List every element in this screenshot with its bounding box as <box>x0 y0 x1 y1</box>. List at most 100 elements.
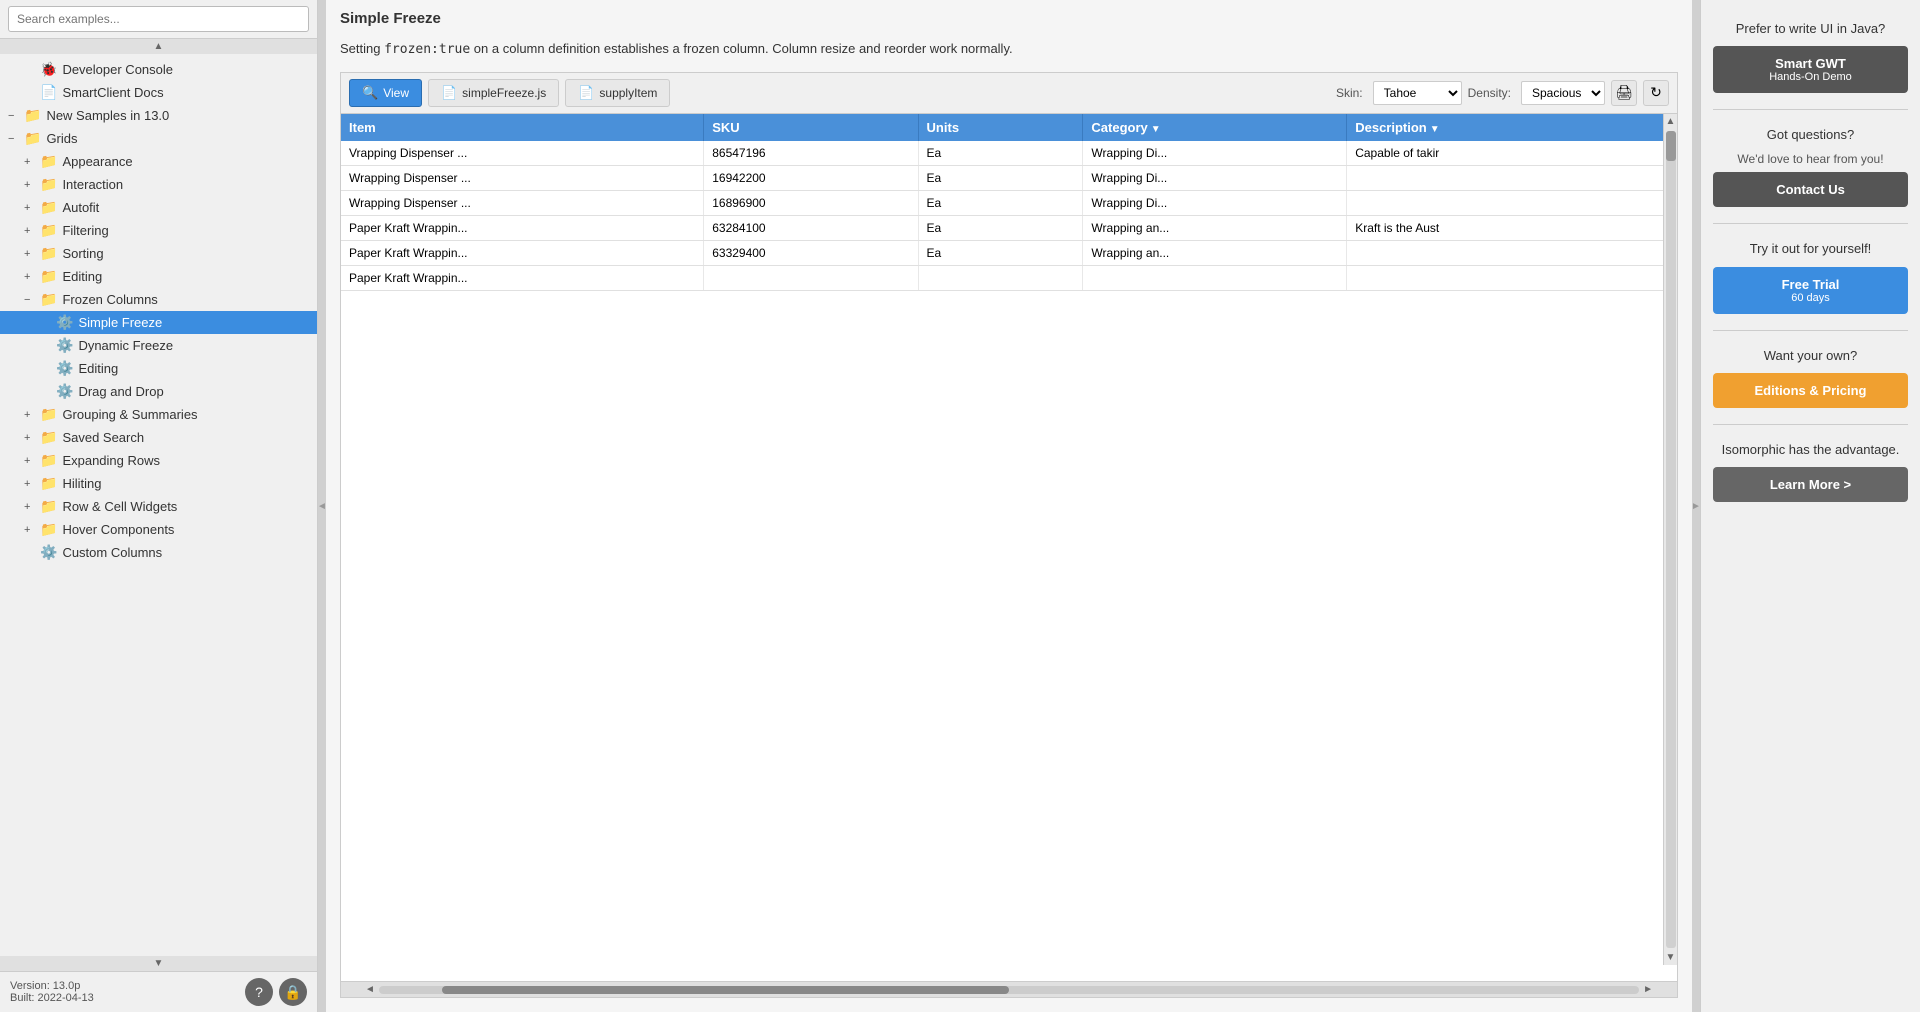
toggle-icon: + <box>24 432 36 444</box>
sidebar-item-hiliting[interactable]: +📁Hiliting <box>0 472 317 495</box>
help-button[interactable]: ? <box>245 978 273 1006</box>
sidebar-item-drag-and-drop[interactable]: ⚙️ Drag and Drop <box>0 380 317 403</box>
sidebar-item-editing-sub[interactable]: ⚙️Editing <box>0 357 317 380</box>
sidebar-item-sorting[interactable]: +📁Sorting <box>0 242 317 265</box>
scroll-down-arrow[interactable]: ▼ <box>0 956 317 971</box>
free-trial-button[interactable]: Free Trial 60 days <box>1713 267 1908 314</box>
tree-label: Simple Freeze <box>78 315 162 330</box>
search-input[interactable] <box>8 6 309 32</box>
smart-gwt-button[interactable]: Smart GWT Hands-On Demo <box>1713 46 1908 93</box>
table-row[interactable]: Vrapping Dispenser ...86547196EaWrapping… <box>341 141 1677 166</box>
divider-1 <box>1713 109 1908 110</box>
tree-icon: 📁 <box>24 107 41 124</box>
tree-icon: 📄 <box>40 84 57 101</box>
table-row[interactable]: Wrapping Dispenser ...16896900EaWrapping… <box>341 190 1677 215</box>
sidebar-item-simple-freeze[interactable]: ⚙️Simple Freeze <box>0 311 317 334</box>
hscroll-left[interactable]: ◄ <box>361 984 379 995</box>
sidebar-item-hover-components[interactable]: +📁Hover Components <box>0 518 317 541</box>
vscroll-thumb[interactable] <box>1666 131 1676 161</box>
sidebar-item-developer-console[interactable]: 🐞Developer Console <box>0 58 317 81</box>
contact-us-button[interactable]: Contact Us <box>1713 172 1908 207</box>
col-header-units[interactable]: Units <box>918 114 1083 141</box>
tree-label: Saved Search <box>62 430 144 445</box>
cell-sku: 16942200 <box>704 165 918 190</box>
tree-icon: 📁 <box>40 475 57 492</box>
advantage-section: Isomorphic has the advantage. Learn More… <box>1713 441 1908 502</box>
sidebar-item-custom-columns[interactable]: ⚙️Custom Columns <box>0 541 317 564</box>
trial-section: Try it out for yourself! Free Trial 60 d… <box>1713 240 1908 313</box>
tree-label: Dynamic Freeze <box>78 338 173 353</box>
print-button[interactable]: 🖨 <box>1611 80 1637 106</box>
pricing-heading: Want your own? <box>1713 347 1908 365</box>
tree-icon: 📁 <box>40 429 57 446</box>
col-header-sku[interactable]: SKU <box>704 114 918 141</box>
cell-description: Capable of takir <box>1347 141 1677 166</box>
lock-button[interactable]: 🔒 <box>279 978 307 1006</box>
sidebar-item-saved-search[interactable]: + 📁 Saved Search <box>0 426 317 449</box>
code-snippet: frozen:true <box>384 42 470 57</box>
main-content: Simple Freeze Setting frozen:true on a c… <box>318 0 1700 1012</box>
cell-item: Paper Kraft Wrappin... <box>341 215 704 240</box>
sidebar-item-appearance[interactable]: +📁Appearance <box>0 150 317 173</box>
learn-more-button[interactable]: Learn More > <box>1713 467 1908 502</box>
tree-label: Custom Columns <box>62 545 162 560</box>
tab-simpleFreeze[interactable]: 📄simpleFreeze.js <box>428 79 559 107</box>
sidebar-item-new-samples[interactable]: −📁New Samples in 13.0 <box>0 104 317 127</box>
table-row[interactable]: Paper Kraft Wrappin... <box>341 265 1677 290</box>
tree-label: Drag and Drop <box>78 384 163 399</box>
divider-4 <box>1713 424 1908 425</box>
scroll-up-arrow[interactable]: ▲ <box>0 39 317 54</box>
sidebar-item-dynamic-freeze[interactable]: ⚙️Dynamic Freeze <box>0 334 317 357</box>
right-resize-handle[interactable] <box>1692 0 1700 1012</box>
vscroll-down[interactable]: ▼ <box>1664 950 1677 965</box>
cell-units: Ea <box>918 165 1083 190</box>
table-row[interactable]: Paper Kraft Wrappin...63284100EaWrapping… <box>341 215 1677 240</box>
tree-icon: 📁 <box>40 222 57 239</box>
toggle-icon: − <box>8 133 20 145</box>
density-label: Density: <box>1468 86 1511 100</box>
sidebar-item-grids[interactable]: −📁Grids <box>0 127 317 150</box>
sidebar-item-filtering[interactable]: +📁Filtering <box>0 219 317 242</box>
demo-area: 🔍View📄simpleFreeze.js📄supplyItem Skin: T… <box>326 72 1692 1012</box>
sidebar-item-expanding-rows[interactable]: +📁Expanding Rows <box>0 449 317 472</box>
tree-icon: 📁 <box>40 199 57 216</box>
sidebar-item-interaction[interactable]: +📁Interaction <box>0 173 317 196</box>
pricing-section: Want your own? Editions & Pricing <box>1713 347 1908 408</box>
col-header-description[interactable]: Description▼ <box>1347 114 1677 141</box>
density-select[interactable]: SpaciousMediumCompact <box>1521 81 1605 105</box>
sidebar-item-grouping-summaries[interactable]: +📁Grouping & Summaries <box>0 403 317 426</box>
java-promo-section: Prefer to write UI in Java? Smart GWT Ha… <box>1713 20 1908 93</box>
vertical-scrollbar[interactable]: ▲ ▼ <box>1663 114 1677 966</box>
left-resize-handle[interactable] <box>318 0 326 1012</box>
sidebar-item-autofit[interactable]: +📁Autofit <box>0 196 317 219</box>
tree-label: SmartClient Docs <box>62 85 163 100</box>
sidebar-item-frozen-columns[interactable]: −📁Frozen Columns <box>0 288 317 311</box>
table-row[interactable]: Wrapping Dispenser ...16942200EaWrapping… <box>341 165 1677 190</box>
refresh-button[interactable]: ↻ <box>1643 80 1669 106</box>
vscroll-track <box>1666 131 1676 949</box>
skin-select[interactable]: TahoeEnterpriseGraphiteFlatMaterial <box>1373 81 1462 105</box>
sidebar-item-smartclient-docs[interactable]: 📄 SmartClient Docs <box>0 81 317 104</box>
tree-icon: ⚙️ <box>56 383 73 400</box>
sidebar-item-editing[interactable]: +📁Editing <box>0 265 317 288</box>
tab-view[interactable]: 🔍View <box>349 79 422 107</box>
hscroll-right[interactable]: ► <box>1639 984 1657 995</box>
col-header-category[interactable]: Category▼ <box>1083 114 1347 141</box>
sidebar-item-row-cell-widgets[interactable]: +📁Row & Cell Widgets <box>0 495 317 518</box>
col-header-item[interactable]: Item <box>341 114 704 141</box>
tree-icon: 📁 <box>40 498 57 515</box>
editions-pricing-button[interactable]: Editions & Pricing <box>1713 373 1908 408</box>
table-row[interactable]: Paper Kraft Wrappin...63329400EaWrapping… <box>341 240 1677 265</box>
vscroll-up[interactable]: ▲ <box>1664 114 1677 129</box>
cell-units: Ea <box>918 190 1083 215</box>
hscroll-thumb[interactable] <box>442 986 1009 994</box>
cell-sku: 86547196 <box>704 141 918 166</box>
cell-description <box>1347 265 1677 290</box>
horizontal-scrollbar[interactable]: ◄ ► <box>341 981 1677 997</box>
divider-2 <box>1713 223 1908 224</box>
grid-container[interactable]: ItemSKUUnitsCategory▼Description▼ Vrappi… <box>341 114 1677 982</box>
contact-heading: Got questions? <box>1713 126 1908 144</box>
grid-wrapper: ItemSKUUnitsCategory▼Description▼ Vrappi… <box>341 114 1677 982</box>
tab-supplyItem[interactable]: 📄supplyItem <box>565 79 670 107</box>
tree-label: Interaction <box>62 177 123 192</box>
